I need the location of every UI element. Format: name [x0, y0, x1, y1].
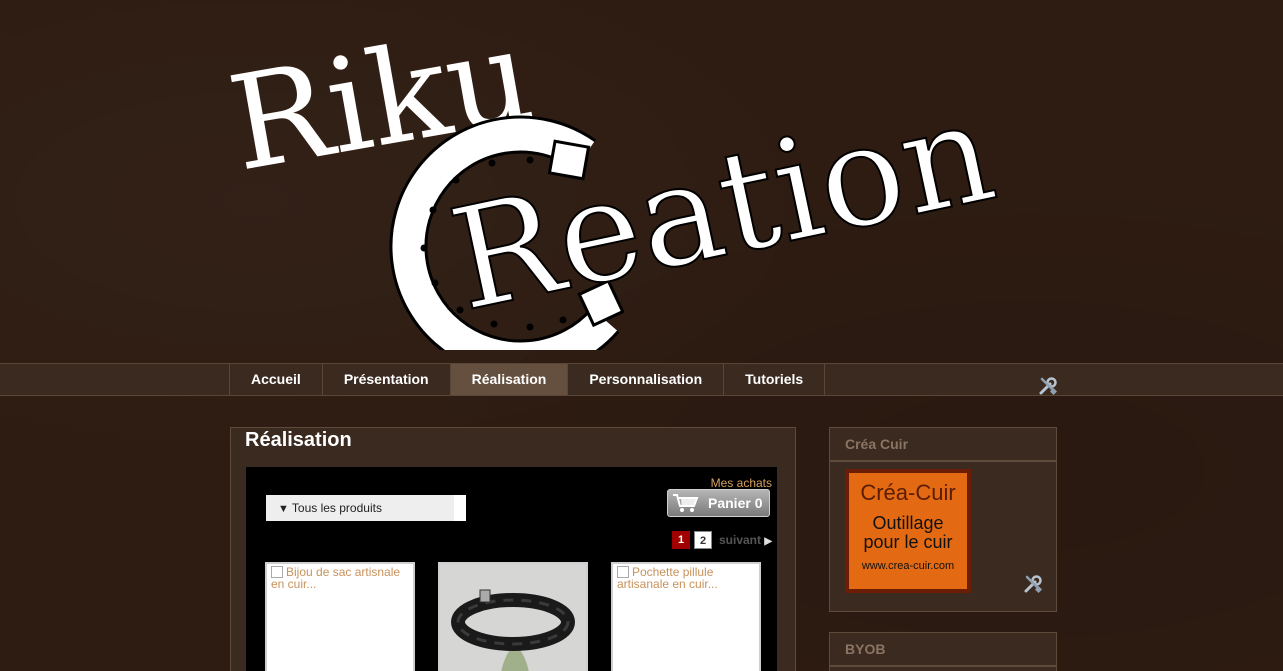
product-card[interactable]: Bijou de sac artisnale en cuir...	[265, 562, 415, 671]
main-content-box: Réalisation ▼ Tous les produits Mes achat…	[230, 427, 796, 671]
nav-item-personnalisation[interactable]: Personnalisation	[568, 364, 725, 395]
site-logo[interactable]: Riku Reation	[230, 20, 1030, 350]
ad-line: Outillage	[872, 513, 944, 533]
nav-menu: Accueil Présentation Réalisation Personn…	[229, 364, 826, 395]
shop-panel: ▼ Tous les produits Mes achats Panier 0 1…	[246, 467, 777, 671]
product-image-alt: Pochette pillule artisanale en cuir...	[617, 565, 718, 591]
main-navbar: Accueil Présentation Réalisation Personn…	[0, 363, 1283, 396]
nav-item-realisation[interactable]: Réalisation	[450, 364, 569, 395]
next-page-label: suivant	[719, 533, 762, 547]
nav-item-accueil[interactable]: Accueil	[230, 364, 323, 395]
ad-line: pour le cuir	[863, 532, 953, 552]
crea-cuir-ad-banner[interactable]: Créa-Cuir Outillage pour le cuir www.cre…	[845, 469, 971, 593]
page-1-button[interactable]: 1	[672, 531, 690, 549]
page-title: Réalisation	[245, 429, 352, 451]
shopping-cart-icon	[673, 494, 699, 512]
product-image-alt: Bijou de sac artisnale en cuir...	[271, 565, 401, 591]
triangle-down-icon: ▼	[278, 503, 289, 515]
product-image-leather-bracelet	[440, 564, 586, 671]
page-2-button[interactable]: 2	[694, 531, 712, 549]
cart-button[interactable]: Panier 0	[667, 489, 770, 517]
tools-icon[interactable]	[1038, 376, 1058, 396]
sidebar-box-byob: BYOB	[829, 632, 1057, 671]
nav-item-presentation[interactable]: Présentation	[323, 364, 451, 395]
chevron-right-icon: ▶	[764, 536, 773, 547]
product-card[interactable]: Pochette pillule artisanale en cuir...	[611, 562, 761, 671]
nav-item-tutoriels[interactable]: Tutoriels	[724, 364, 826, 395]
product-card[interactable]	[438, 562, 588, 671]
ad-url: www.crea-cuir.com	[861, 560, 955, 572]
category-select[interactable]: ▼ Tous les produits	[266, 495, 466, 521]
next-page-link[interactable]: suivant ▶	[719, 533, 772, 547]
pagination: 1 2 suivant ▶	[672, 531, 772, 549]
category-select-label: Tous les produits	[291, 501, 382, 515]
cart-label: Panier 0	[708, 495, 763, 511]
sidebar-title: BYOB	[830, 633, 1056, 667]
tools-icon[interactable]	[1023, 574, 1043, 594]
ad-brand: Créa-Cuir	[860, 480, 956, 505]
sidebar-box-crea-cuir: Créa Cuir Créa-Cuir Outillage pour le cu…	[829, 427, 1057, 612]
mes-achats-link[interactable]: Mes achats	[711, 476, 772, 490]
sidebar-title: Créa Cuir	[830, 428, 1056, 462]
